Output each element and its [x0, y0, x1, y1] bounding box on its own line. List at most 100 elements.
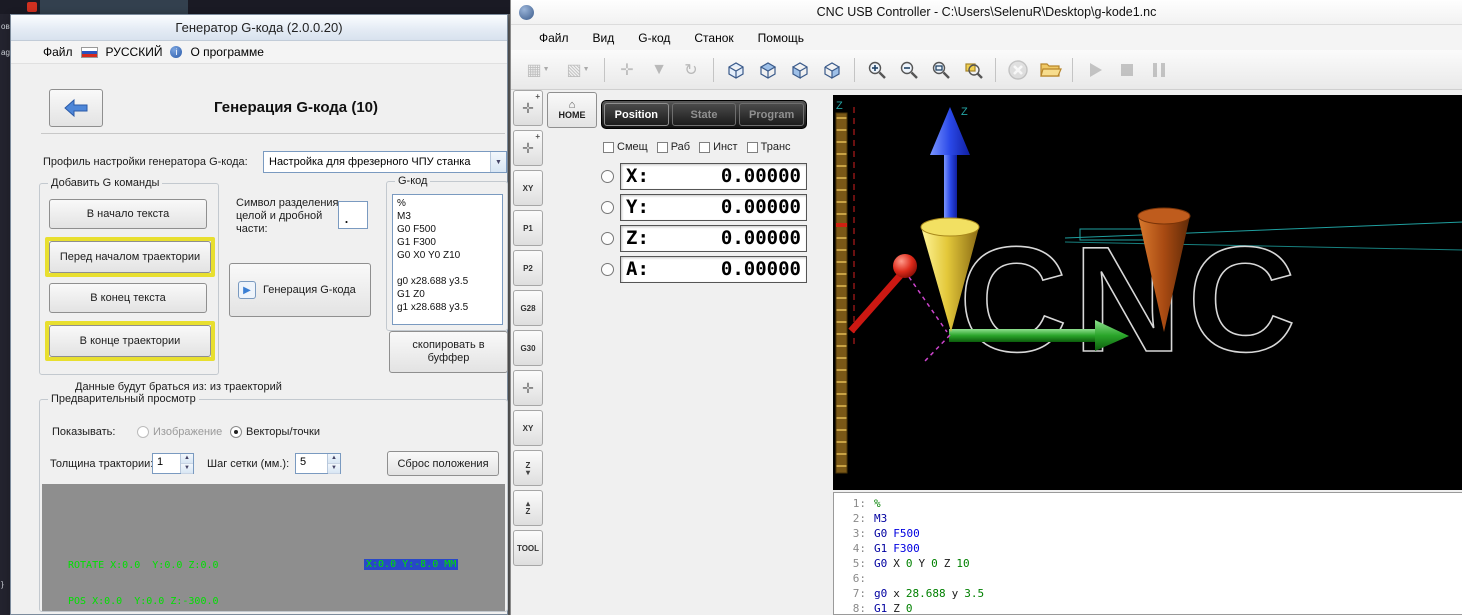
machine-offset-icon[interactable]: ▧ ▼	[559, 55, 597, 85]
filter-icon[interactable]: ▼	[644, 55, 674, 85]
menu-about[interactable]: О программе	[190, 45, 263, 59]
open-file-icon[interactable]	[1035, 55, 1065, 85]
gcode-listing[interactable]: 1:% 2: M3 3: G0 F500 4: G1 F300 5: G0 X 0 Y 0 Z 10 6: 7: g0…	[833, 492, 1462, 615]
code-token: F500	[893, 527, 920, 540]
tab-position[interactable]: Position	[604, 103, 669, 126]
menu-Станок[interactable]: Станок	[694, 31, 733, 45]
at-path-end-button[interactable]: В конце траектории	[49, 325, 211, 357]
dro-axis-label: A:	[626, 258, 649, 280]
menu-G-код[interactable]: G-код	[638, 31, 670, 45]
rotate-icon[interactable]: ↻	[676, 55, 706, 85]
stepper-arrows[interactable]: ▲ ▼	[327, 454, 340, 474]
down-arrow-icon[interactable]: ▼	[328, 464, 340, 474]
menu-Файл[interactable]: Файл	[539, 31, 569, 45]
radio-image[interactable]: Изображение	[137, 426, 222, 438]
checkbox-box[interactable]	[603, 141, 614, 153]
sidebar-button-TOOL[interactable]: TOOL	[513, 530, 543, 566]
zoom-window-icon[interactable]	[958, 55, 988, 85]
sidebar-button-jog[interactable]: ✛	[513, 370, 543, 406]
copy-to-clipboard-button[interactable]: скопировать в буффер	[389, 331, 508, 373]
code-token: %	[874, 497, 881, 510]
sidebar-button-XY[interactable]: XY	[513, 170, 543, 206]
view-side-icon[interactable]	[817, 55, 847, 85]
up-arrow-icon[interactable]: ▲	[181, 454, 193, 464]
stepper-arrows[interactable]: ▲ ▼	[180, 454, 193, 474]
back-button[interactable]	[49, 89, 103, 127]
checkbox-Инст[interactable]: Инст	[699, 139, 738, 155]
axes-icon[interactable]: ✛	[612, 55, 642, 85]
home-button[interactable]: ⌂ HOME	[547, 92, 597, 128]
add-text-start-button[interactable]: В начало текста	[49, 199, 207, 229]
view-top-icon[interactable]	[753, 55, 783, 85]
menu-Вид[interactable]: Вид	[593, 31, 615, 45]
zoom-out-icon[interactable]	[894, 55, 924, 85]
sidebar-button-jog-plus[interactable]: ✛ +	[513, 90, 543, 126]
sidebar-button-P2[interactable]: P2	[513, 250, 543, 286]
checkbox-Транс[interactable]: Транс	[746, 139, 791, 155]
preview-canvas[interactable]: ROTATE X:0.0 Y:0.0 Z:0.0 X:0.0 Y:-8.0 MM…	[42, 484, 505, 611]
gcode-output-textarea[interactable]: % M3 G0 F500 G1 F300 G0 X0 Y0 Z10 g0 x28…	[392, 194, 503, 325]
sidebar-button-G28[interactable]: G28	[513, 290, 543, 326]
sidebar-button-Z[interactable]: ▴ Z	[513, 490, 543, 526]
generate-gcode-button[interactable]: ▶ Генерация G-кода	[229, 263, 371, 317]
tab-state[interactable]: State	[671, 103, 737, 126]
dro-value: 0.00000	[720, 258, 801, 280]
background-left-strip: ов agе }	[0, 14, 10, 615]
y-axis-shaft	[949, 329, 1095, 342]
radio-icon[interactable]	[230, 426, 242, 438]
zoom-extents-icon[interactable]	[926, 55, 956, 85]
sidebar-button-jog-plus[interactable]: ✛ +	[513, 130, 543, 166]
plus-icon: +	[535, 132, 540, 141]
checkbox-Смещ[interactable]: Смещ	[603, 139, 648, 155]
strip-text-fragment: agе	[1, 48, 10, 57]
dro-radio[interactable]	[601, 231, 614, 245]
view-perspective-icon[interactable]	[721, 55, 751, 85]
thickness-value[interactable]: 1	[153, 454, 180, 473]
sidebar-button-G30[interactable]: G30	[513, 330, 543, 366]
zoom-in-icon[interactable]	[862, 55, 892, 85]
back-arrow-icon	[64, 98, 88, 118]
up-arrow-icon[interactable]: ▲	[328, 454, 340, 464]
machine-setup-icon[interactable]: ▦ ▼	[519, 55, 557, 85]
thickness-stepper[interactable]: 1 ▲ ▼	[152, 453, 194, 474]
sidebar-button-XY[interactable]: XY	[513, 410, 543, 446]
dro-axis-label: X:	[626, 165, 649, 187]
window-title[interactable]: CNC USB Controller - C:\Users\SelenuR\De…	[511, 0, 1462, 25]
down-arrow-icon[interactable]: ▼	[181, 464, 193, 474]
pause-icon[interactable]	[1144, 55, 1174, 85]
radio-icon[interactable]	[137, 426, 149, 438]
code-token: Y	[918, 557, 926, 570]
stop-icon[interactable]	[1112, 55, 1142, 85]
profile-combobox[interactable]: Настройка для фрезерного ЧПУ станка ▼	[263, 151, 507, 173]
checkbox-box[interactable]	[746, 141, 758, 153]
checkbox-box[interactable]	[656, 141, 668, 153]
code-token: g0	[874, 587, 888, 600]
grid-step-label: Шаг сетки (мм.):	[207, 458, 290, 470]
checkbox-box[interactable]	[699, 141, 711, 153]
tab-program[interactable]: Program	[739, 103, 805, 126]
radio-vectors[interactable]: Векторы/точки	[230, 426, 320, 438]
menu-language[interactable]: РУССКИЙ	[106, 45, 163, 59]
grid-step-value[interactable]: 5	[296, 454, 327, 473]
run-icon[interactable]	[1080, 55, 1110, 85]
dro-radio[interactable]	[601, 169, 614, 183]
reset-position-button[interactable]: Сброс положения	[387, 451, 499, 476]
sidebar-button-Z[interactable]: Z ▾	[513, 450, 543, 486]
plus-icon: +	[535, 92, 540, 101]
code-token: x	[893, 587, 900, 600]
grid-step-stepper[interactable]: 5 ▲ ▼	[295, 453, 341, 474]
dro-radio[interactable]	[601, 200, 614, 214]
add-text-end-button[interactable]: В конец текста	[49, 283, 207, 313]
before-path-start-button[interactable]: Перед началом траектории	[49, 241, 211, 273]
chevron-down-icon[interactable]: ▼	[490, 152, 506, 172]
viewport-3d[interactable]: Z CNC Z	[833, 95, 1462, 490]
abort-icon[interactable]	[1003, 55, 1033, 85]
sidebar-button-P1[interactable]: P1	[513, 210, 543, 246]
window-title[interactable]: Генератор G-кода (2.0.0.20)	[11, 15, 507, 41]
menu-Помощь[interactable]: Помощь	[758, 31, 804, 45]
view-front-icon[interactable]	[785, 55, 815, 85]
menu-file[interactable]: Файл	[43, 45, 73, 59]
dro-radio[interactable]	[601, 262, 614, 276]
decimal-separator-input[interactable]: .	[338, 201, 368, 229]
checkbox-Раб[interactable]: Раб	[656, 139, 690, 155]
